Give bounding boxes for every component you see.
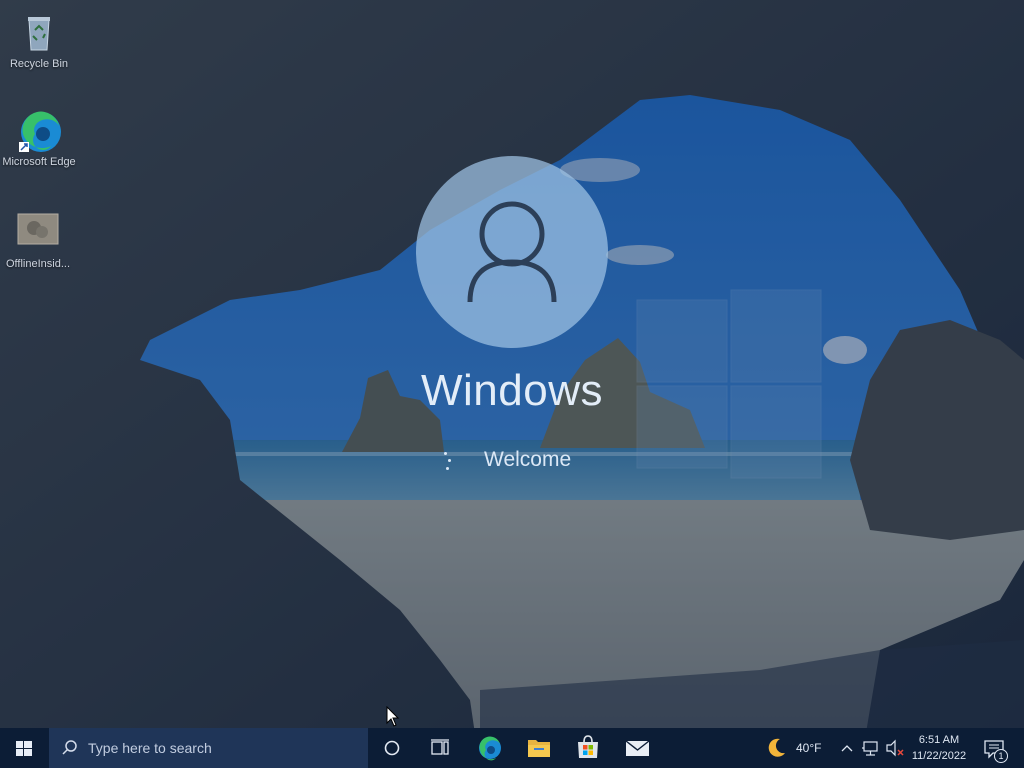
- file-explorer-button[interactable]: [515, 728, 563, 768]
- network-button[interactable]: [860, 728, 882, 768]
- welcome-user-name: Windows: [421, 366, 603, 415]
- volume-button[interactable]: [884, 728, 906, 768]
- cortana-icon: [384, 740, 400, 756]
- desktop-icon-label: Recycle Bin: [9, 58, 69, 70]
- notification-icon: [984, 740, 1004, 759]
- offline-insider-icon: [16, 210, 60, 254]
- clock-time: 6:51 AM: [918, 734, 960, 746]
- store-icon: [578, 735, 598, 758]
- recycle-bin-icon: [17, 10, 61, 54]
- desktop-icon-microsoft-edge[interactable]: Microsoft Edge: [1, 108, 77, 169]
- clock-date: 11/22/2022: [911, 750, 967, 762]
- moon-icon: [768, 738, 785, 757]
- search-placeholder: Type here to search: [88, 740, 212, 756]
- network-icon: [862, 741, 878, 756]
- desktop-icon-offline-insider[interactable]: OfflineInsid...: [0, 210, 76, 271]
- taskbar-edge-button[interactable]: [466, 728, 514, 768]
- notification-count-badge: 1: [994, 749, 1008, 763]
- desktop-icon-recycle-bin[interactable]: Recycle Bin: [1, 10, 77, 71]
- weather-temperature: 40°F: [796, 741, 822, 755]
- start-button[interactable]: [0, 728, 48, 768]
- chevron-up-icon: [841, 745, 853, 752]
- mouse-cursor-icon: [386, 706, 400, 727]
- loading-spinner-icon: [442, 452, 451, 472]
- cortana-button[interactable]: [368, 728, 416, 768]
- task-view-icon: [431, 739, 449, 755]
- action-center-button[interactable]: 1: [980, 728, 1010, 768]
- microsoft-store-button[interactable]: [564, 728, 612, 768]
- desktop-icon-label: Microsoft Edge: [2, 156, 76, 168]
- windows-logo-icon: [16, 741, 32, 756]
- edge-icon: [17, 108, 61, 152]
- system-clock[interactable]: 6:51 AM 11/22/2022: [904, 732, 974, 764]
- user-avatar-icon: [467, 201, 557, 303]
- weather-widget[interactable]: 40°F: [760, 728, 830, 768]
- edge-icon: [479, 736, 501, 761]
- taskbar: Type here to search 40°F 6:51 AM 11/22/2…: [0, 728, 1024, 768]
- show-hidden-icons-button[interactable]: [838, 728, 856, 768]
- desktop-icon-label: OfflineInsid...: [6, 258, 70, 270]
- task-view-button[interactable]: [416, 728, 464, 768]
- mail-icon: [625, 740, 650, 756]
- volume-muted-icon: [886, 739, 904, 757]
- user-avatar: [416, 156, 608, 348]
- welcome-status: Welcome: [430, 446, 600, 476]
- search-icon: [62, 740, 77, 755]
- folder-icon: [528, 740, 550, 757]
- taskbar-search-box[interactable]: Type here to search: [49, 728, 368, 768]
- mail-button[interactable]: [613, 728, 661, 768]
- welcome-status-text: Welcome: [484, 448, 572, 471]
